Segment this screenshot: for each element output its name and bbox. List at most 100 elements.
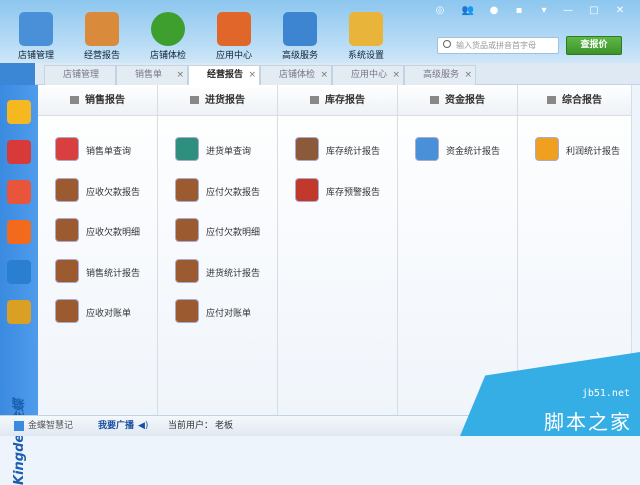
report-icon xyxy=(535,137,559,161)
broadcast-link[interactable]: 我要广播 xyxy=(98,416,134,436)
nav-app-center[interactable]: 应用中心 xyxy=(202,12,266,61)
nav-clipboard-chart[interactable]: 经营报告 xyxy=(70,12,134,61)
column-report: 资金报告资金统计报告 xyxy=(398,85,518,415)
report-icon xyxy=(55,137,79,161)
nav-home-check[interactable]: 店铺体检 xyxy=(136,12,200,61)
column-report: 销售报告销售单查询应收欠款报告应收欠款明细销售统计报告应收对账单 xyxy=(38,85,158,415)
query-price-button[interactable]: 查报价 xyxy=(566,36,622,55)
app-name[interactable]: 金蝶智慧记 xyxy=(28,416,73,436)
tab[interactable]: 高级服务 × xyxy=(404,65,476,85)
grid-menu-icon[interactable] xyxy=(0,63,35,85)
tab-label: 经营报告 xyxy=(207,70,244,80)
report-icon xyxy=(175,258,199,283)
report-item[interactable]: 应付对账单 xyxy=(175,299,275,325)
report-item-label: 应付对账单 xyxy=(206,309,252,319)
tab[interactable]: 店铺管理 xyxy=(44,65,116,85)
nav-cloud[interactable]: 高级服务 xyxy=(268,12,332,61)
weibo-icon[interactable]: ◎ xyxy=(433,5,447,17)
search-input[interactable]: 输入货品或拼音首字母 xyxy=(437,37,559,54)
report-item[interactable]: 销售单查询 xyxy=(55,137,155,163)
report-item[interactable]: 应付欠款报告 xyxy=(175,177,275,204)
report-icon xyxy=(55,299,79,323)
maximize-button[interactable]: □ xyxy=(587,5,601,17)
report-item-label: 应收欠款明细 xyxy=(86,228,141,238)
user-name: 老板 xyxy=(215,421,234,431)
header: 店铺管理 经营报告 店铺体检 应用中心 高级服务 系统设置 ◎ 👥 ● ▪ ▾ — □ ✕… xyxy=(0,0,640,63)
report-item[interactable]: 销售统计报告 xyxy=(55,258,155,285)
cloud-icon xyxy=(283,12,317,46)
report-header-icon xyxy=(190,96,199,104)
report-icon xyxy=(55,218,79,242)
report-item-label: 进货统计报告 xyxy=(206,268,261,279)
search-placeholder: 输入货品或拼音首字母 xyxy=(456,41,536,50)
tab[interactable]: 应用中心 × xyxy=(332,65,404,85)
tab-close-icon[interactable]: × xyxy=(320,66,328,85)
report-item[interactable]: 库存统计报告 xyxy=(295,137,395,163)
tab-close-icon[interactable]: × xyxy=(464,66,472,85)
report-item[interactable]: 应收欠款报告 xyxy=(55,177,155,204)
report-item[interactable]: 资金统计报告 xyxy=(415,137,515,163)
minimize-button[interactable]: — xyxy=(561,5,575,17)
chat-icon[interactable]: ● xyxy=(487,5,501,17)
report-header-icon xyxy=(310,96,319,104)
close-button[interactable]: ✕ xyxy=(613,5,627,17)
report-header-icon xyxy=(70,96,79,104)
column-header: 销售报告 xyxy=(38,85,157,116)
report-icon xyxy=(175,218,199,242)
tab-label: 应用中心 xyxy=(351,70,388,80)
column-header: 资金报告 xyxy=(398,85,517,116)
clipboard-chart-icon xyxy=(85,12,119,46)
tab-label: 销售单 xyxy=(135,70,163,80)
gear-folder-icon xyxy=(349,12,383,46)
nav-gear-folder[interactable]: 系统设置 xyxy=(334,12,398,61)
report-item[interactable]: 进货统计报告 xyxy=(175,258,275,285)
report-item-label: 应收对账单 xyxy=(86,309,132,319)
report-item-label: 销售单查询 xyxy=(86,147,132,157)
column-title: 销售报告 xyxy=(85,95,125,106)
column-report: 库存报告库存统计报告库存预警报告 xyxy=(278,85,398,415)
tab-close-icon[interactable]: × xyxy=(392,66,400,85)
nav-label: 应用中心 xyxy=(215,51,252,61)
sidebar: Kingdee金蝶 xyxy=(0,85,38,485)
contacts-icon[interactable] xyxy=(7,180,31,204)
column-header: 库存报告 xyxy=(278,85,397,116)
report-item-label: 进货单查询 xyxy=(206,147,252,157)
tab-label: 店铺管理 xyxy=(63,70,100,80)
home-check-icon xyxy=(151,12,185,46)
user-label: 当前用户： xyxy=(168,421,214,431)
report-header-icon xyxy=(430,96,439,104)
users-icon[interactable]: 👥 xyxy=(461,5,475,17)
column-title: 进货报告 xyxy=(205,95,245,106)
speaker-icon[interactable]: ◀) xyxy=(138,416,148,436)
taobao-icon[interactable] xyxy=(7,220,31,244)
calendar-icon[interactable] xyxy=(7,140,31,164)
report-item[interactable]: 应收欠款明细 xyxy=(55,218,155,244)
tab[interactable]: 经营报告 × xyxy=(188,65,260,86)
mobile-icon[interactable] xyxy=(7,260,31,284)
app-center-icon xyxy=(217,12,251,46)
report-item[interactable]: 应付欠款明细 xyxy=(175,218,275,244)
dropdown-icon[interactable]: ▾ xyxy=(537,5,551,17)
report-header-icon xyxy=(547,96,556,104)
report-icon xyxy=(175,177,199,202)
tab[interactable]: 店铺体检 × xyxy=(260,65,332,85)
report-item[interactable]: 利润统计报告 xyxy=(535,137,635,163)
boxes-icon[interactable] xyxy=(7,100,31,124)
report-item[interactable]: 应收对账单 xyxy=(55,299,155,325)
notebook-icon[interactable] xyxy=(7,300,31,324)
nav-label: 店铺管理 xyxy=(17,51,54,61)
column-title: 资金报告 xyxy=(445,95,485,106)
report-item-label: 库存预警报告 xyxy=(326,187,381,198)
nav-store[interactable]: 店铺管理 xyxy=(4,12,68,61)
report-item[interactable]: 进货单查询 xyxy=(175,137,275,163)
tab-label: 店铺体检 xyxy=(279,70,316,80)
tab-close-icon[interactable]: × xyxy=(248,66,256,85)
column-header: 综合报告 xyxy=(518,85,631,116)
tab[interactable]: 销售单 × xyxy=(116,65,188,85)
mail-icon[interactable]: ▪ xyxy=(512,5,526,17)
report-icon xyxy=(175,137,199,161)
tab-close-icon[interactable]: × xyxy=(176,66,184,85)
nav-label: 高级服务 xyxy=(281,51,318,61)
report-item[interactable]: 库存预警报告 xyxy=(295,177,395,204)
store-icon xyxy=(19,12,53,46)
